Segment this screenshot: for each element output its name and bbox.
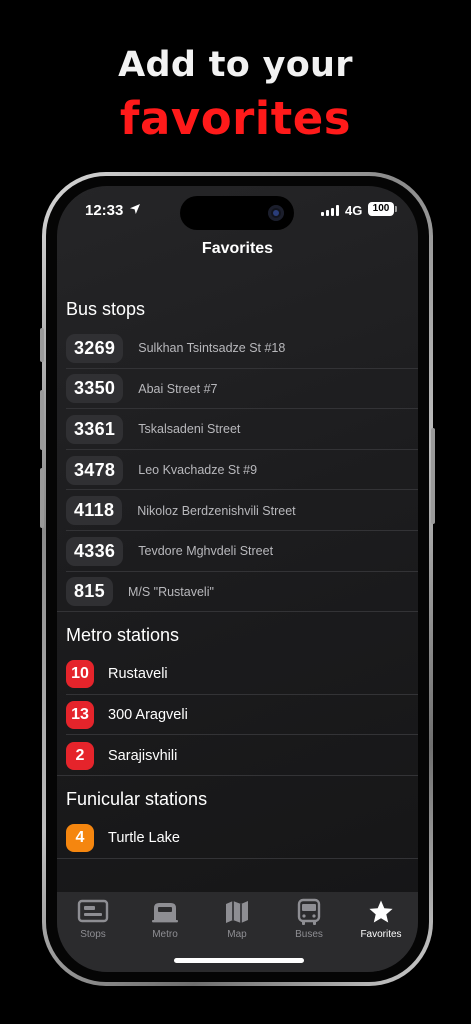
tab-map[interactable]: Map [201, 898, 273, 940]
volume-up-button [40, 390, 44, 450]
tab-bar: Stops Metro Map Buses Favorites [57, 892, 418, 972]
stop-code-badge: 4118 [66, 496, 123, 526]
stop-name: M/S "Rustaveli" [127, 584, 214, 599]
dynamic-island [180, 196, 294, 230]
bus-stop-row[interactable]: 3361 Tskalsadeni Street [57, 409, 418, 450]
stop-name: Abai Street #7 [138, 381, 218, 396]
home-indicator[interactable] [174, 958, 304, 963]
status-bar: 12:33 4G 100 [57, 186, 418, 238]
tab-stops-label: Stops [80, 929, 106, 940]
section-header-bus-stops: Bus stops [66, 299, 146, 319]
bus-stop-list: 3269 Sulkhan Tsintsadze St #18 3350 Abai St… [57, 328, 418, 612]
stop-code-badge: 4336 [66, 536, 124, 566]
stop-name: Leo Kvachadze St #9 [138, 463, 258, 478]
tab-buses-label: Buses [295, 929, 323, 940]
tab-buses[interactable]: Buses [273, 898, 345, 940]
battery-icon: 100 [368, 202, 397, 216]
stop-code-badge: 3478 [66, 455, 124, 485]
tab-map-label: Map [227, 929, 247, 940]
station-name: Turtle Lake [108, 830, 180, 847]
page-title: Favorites [201, 240, 274, 257]
power-button [431, 428, 435, 524]
metro-station-row[interactable]: 13 300 Aragveli [57, 695, 418, 736]
tab-metro[interactable]: Metro [129, 898, 201, 940]
stop-name: Tevdore Mghvdeli Street [138, 544, 274, 559]
favorites-list: Bus stops 3269 Sulkhan Tsintsadze St #18 3… [57, 286, 418, 859]
bus-stop-row[interactable]: 4118 Nikoloz Berdzenishvili Street [57, 490, 418, 531]
funicular-station-list: 4 Turtle Lake [57, 818, 418, 859]
line-number-badge: 13 [66, 701, 94, 730]
cellular-signal-icon [321, 205, 339, 216]
line-number-badge: 4 [66, 824, 94, 853]
stop-code-badge: 3269 [66, 333, 124, 363]
volume-down-button [40, 468, 44, 528]
station-name: 300 Aragveli [108, 707, 188, 724]
star-icon [369, 900, 393, 923]
map-icon [226, 901, 248, 923]
promo-line-2: favorites [119, 92, 352, 145]
stop-name: Nikoloz Berdzenishvili Street [137, 503, 296, 518]
station-name: Rustaveli [108, 666, 168, 683]
phone-screen: 12:33 4G 100 Favorites Bus stops 3269 Sul… [57, 186, 418, 972]
metro-station-list: 10 Rustaveli 13 300 Aragveli 2 Sarajisvhili [57, 654, 418, 776]
tab-stops[interactable]: Stops [57, 898, 129, 940]
action-button [40, 328, 44, 362]
location-arrow-icon [130, 204, 140, 214]
bus-icon [297, 898, 321, 925]
section-header-funicular-stations: Funicular stations [66, 788, 208, 809]
line-number-badge: 2 [66, 741, 94, 770]
network-type: 4G [345, 203, 363, 218]
promo-line-1: Add to your [118, 45, 353, 85]
bus-stop-row[interactable]: 3269 Sulkhan Tsintsadze St #18 [57, 328, 418, 369]
stop-code-badge: 3361 [66, 414, 124, 444]
metro-station-row[interactable]: 2 Sarajisvhili [57, 735, 418, 776]
station-name: Sarajisvhili [108, 747, 178, 764]
bus-stop-row[interactable]: 815 M/S "Rustaveli" [57, 572, 418, 613]
bus-stop-row[interactable]: 3478 Leo Kvachadze St #9 [57, 450, 418, 491]
section-header-metro-stations: Metro stations [66, 625, 180, 646]
bus-stop-row[interactable]: 4336 Tevdore Mghvdeli Street [57, 531, 418, 572]
metro-station-row[interactable]: 10 Rustaveli [57, 654, 418, 695]
stop-name: Sulkhan Tsintsadze St #18 [138, 341, 286, 356]
stop-code-badge: 3350 [66, 374, 124, 404]
tab-favorites[interactable]: Favorites [345, 898, 417, 940]
stop-code-badge: 815 [66, 577, 113, 607]
bus-stop-row[interactable]: 3350 Abai Street #7 [57, 369, 418, 410]
promo-headline: Add to your favorites [0, 42, 471, 148]
line-number-badge: 10 [66, 660, 94, 689]
stop-sign-icon [77, 899, 109, 923]
status-time: 12:33 [85, 202, 124, 219]
battery-level: 100 [372, 203, 390, 214]
front-camera-icon [268, 205, 284, 221]
tab-metro-label: Metro [152, 929, 178, 940]
stop-name: Tskalsadeni Street [138, 422, 241, 437]
tab-favorites-label: Favorites [360, 929, 402, 940]
funicular-station-row[interactable]: 4 Turtle Lake [57, 818, 418, 859]
metro-train-icon [152, 903, 178, 923]
